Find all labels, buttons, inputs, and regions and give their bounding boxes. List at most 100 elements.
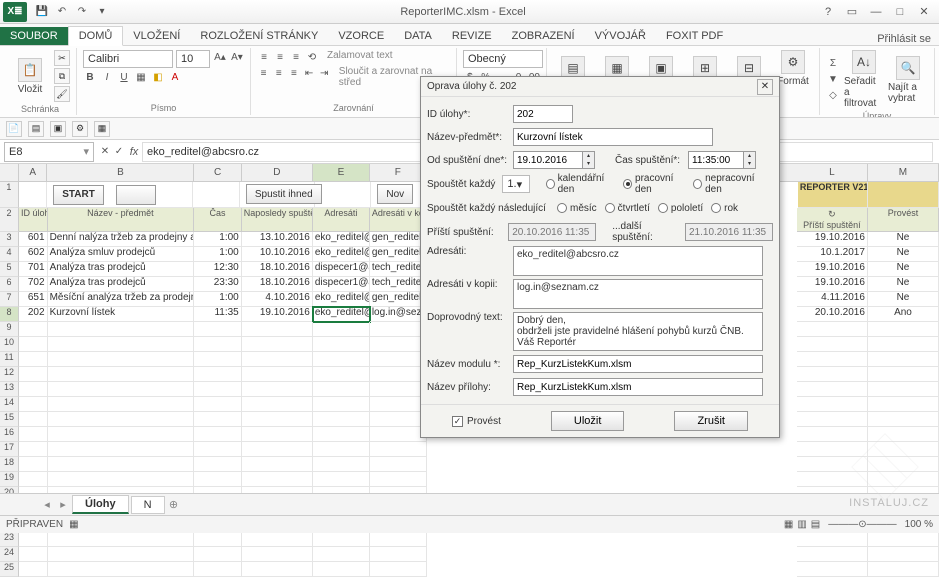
cell-execute[interactable]: Ne <box>868 232 939 247</box>
cell-recipients[interactable]: eko_reditel@a <box>313 232 370 247</box>
cell-name[interactable]: Denní nalýza tržeb za prodejny a komod <box>48 232 195 247</box>
tab-home[interactable]: DOMŮ <box>68 26 124 46</box>
row-header[interactable]: 13 <box>0 382 19 397</box>
select-all-corner[interactable] <box>0 164 19 181</box>
cell-nextrun[interactable]: 4.11.2016 <box>797 292 868 307</box>
grow-font-icon[interactable]: A▴ <box>213 50 227 64</box>
cell-id[interactable]: 601 <box>19 232 48 247</box>
tab-data[interactable]: DATA <box>394 27 442 45</box>
col-B[interactable]: B <box>47 164 194 181</box>
body-text-input[interactable]: Dobrý den, obdrželi jste pravidelné hláš… <box>513 312 763 351</box>
ribbon-collapse-icon[interactable]: ▭ <box>841 3 863 21</box>
tab-file[interactable]: SOUBOR <box>0 27 68 45</box>
tb-icon-2[interactable]: ▤ <box>28 121 44 137</box>
cell-cc[interactable]: tech_reditel@a <box>370 262 427 277</box>
cell-time[interactable]: 12:30 <box>194 262 242 277</box>
wrap-text-button[interactable]: Zalamovat text <box>327 50 393 64</box>
shrink-font-icon[interactable]: A▾ <box>230 50 244 64</box>
align-center-icon[interactable]: ≡ <box>272 66 285 80</box>
execute-checkbox[interactable]: ✓ <box>452 416 463 427</box>
row-header[interactable]: 5 <box>0 262 19 277</box>
col-L[interactable]: L <box>797 164 868 181</box>
font-name-combo[interactable]: Calibri <box>83 50 173 68</box>
cell-recipients[interactable]: dispecer1@ab <box>313 277 370 292</box>
close-icon[interactable]: ✕ <box>913 3 935 21</box>
tab-review[interactable]: REVIZE <box>442 27 502 45</box>
radio-year[interactable]: rok <box>711 203 738 214</box>
cell-lastrun[interactable]: 4.10.2016 <box>242 292 313 307</box>
row-header[interactable]: 6 <box>0 277 19 292</box>
col-M[interactable]: M <box>868 164 939 181</box>
nov-button[interactable]: Nov <box>377 184 413 204</box>
tab-view[interactable]: ZOBRAZENÍ <box>502 27 585 45</box>
italic-button[interactable]: I <box>100 70 114 84</box>
tab-developer[interactable]: VÝVOJÁŘ <box>585 27 656 45</box>
find-select-button[interactable]: 🔍Najít a vybrat <box>888 56 928 104</box>
cell-recipients[interactable]: eko_reditel@a <box>313 247 370 262</box>
sort-filter-button[interactable]: A↓Seřadit a filtrovat <box>844 50 884 109</box>
cell-lastrun[interactable]: 10.10.2016 <box>242 247 313 262</box>
save-icon[interactable]: 💾 <box>35 5 49 19</box>
radio-month[interactable]: měsíc <box>557 203 597 214</box>
row-header-2[interactable]: 2 <box>0 208 19 232</box>
cell-execute[interactable]: Ne <box>868 292 939 307</box>
row-header[interactable]: 17 <box>0 442 19 457</box>
zoom-level[interactable]: 100 % <box>905 519 933 530</box>
radio-work-day[interactable]: pracovní den <box>623 173 685 195</box>
minimize-icon[interactable]: ― <box>865 3 887 21</box>
row-header[interactable]: 18 <box>0 457 19 472</box>
row-header[interactable]: 8 <box>0 307 19 322</box>
enter-formula-icon[interactable]: ✓ <box>112 145 126 159</box>
cell-recipients[interactable]: eko_reditel@a <box>313 292 370 307</box>
blank-button[interactable] <box>116 185 156 205</box>
cell-nextrun[interactable]: 19.10.2016 <box>797 232 868 247</box>
row-header[interactable]: 7 <box>0 292 19 307</box>
macro-icon[interactable]: ▦ <box>69 519 78 530</box>
qat-more-icon[interactable]: ▾ <box>95 5 109 19</box>
row-header[interactable]: 4 <box>0 247 19 262</box>
cell-cc[interactable]: log.in@seznam <box>370 307 427 322</box>
font-size-combo[interactable]: 10 <box>176 50 210 68</box>
cell-id[interactable]: 602 <box>19 247 48 262</box>
font-color-icon[interactable]: A <box>168 70 182 84</box>
maximize-icon[interactable]: □ <box>889 3 911 21</box>
redo-icon[interactable]: ↷ <box>75 5 89 19</box>
cell-id[interactable]: 702 <box>19 277 48 292</box>
cell-execute[interactable]: Ne <box>868 247 939 262</box>
view-layout-icon[interactable]: ▥ <box>797 519 806 530</box>
save-button[interactable]: Uložit <box>551 411 625 431</box>
row-header[interactable]: 15 <box>0 412 19 427</box>
cell-id[interactable]: 202 <box>19 307 48 322</box>
cell-time[interactable]: 1:00 <box>194 292 242 307</box>
cell-nextrun[interactable]: 20.10.2016 <box>797 307 868 322</box>
from-date-input[interactable] <box>513 151 583 169</box>
align-mid-icon[interactable]: ≡ <box>273 50 287 64</box>
attachment-name-input[interactable] <box>513 378 763 396</box>
tb-icon-1[interactable]: 📄 <box>6 121 22 137</box>
cell-nextrun[interactable]: 10.1.2017 <box>797 247 868 262</box>
row-header[interactable]: 11 <box>0 352 19 367</box>
row-header[interactable]: 10 <box>0 337 19 352</box>
sheet-tab-ulohy[interactable]: Úlohy <box>72 495 129 514</box>
cell-time[interactable]: 11:35 <box>194 307 242 322</box>
cc-input[interactable]: log.in@seznam.cz <box>513 279 763 309</box>
cell-lastrun[interactable]: 13.10.2016 <box>242 232 313 247</box>
cell-name[interactable]: Analýza tras prodejců <box>48 262 195 277</box>
cancel-formula-icon[interactable]: ✕ <box>98 145 112 159</box>
radio-quarter[interactable]: čtvrtletí <box>605 203 650 214</box>
col-D[interactable]: D <box>242 164 313 181</box>
row-header[interactable]: 16 <box>0 427 19 442</box>
fill-icon[interactable]: ▼ <box>826 73 840 87</box>
radio-nonwork-day[interactable]: nepracovní den <box>693 173 765 195</box>
row-header[interactable]: 3 <box>0 232 19 247</box>
cell-time[interactable]: 1:00 <box>194 232 242 247</box>
cell-name[interactable]: Analýza tras prodejců <box>48 277 195 292</box>
clear-icon[interactable]: ◇ <box>826 89 840 103</box>
row-header[interactable]: 23 <box>0 532 19 547</box>
cell-cc[interactable]: gen_reditel@ab <box>370 247 427 262</box>
col-C[interactable]: C <box>194 164 241 181</box>
help-icon[interactable]: ? <box>817 3 839 21</box>
format-painter-icon[interactable]: 🖌 <box>54 86 70 102</box>
number-format-combo[interactable]: Obecný <box>463 50 543 68</box>
col-E[interactable]: E <box>313 164 370 181</box>
